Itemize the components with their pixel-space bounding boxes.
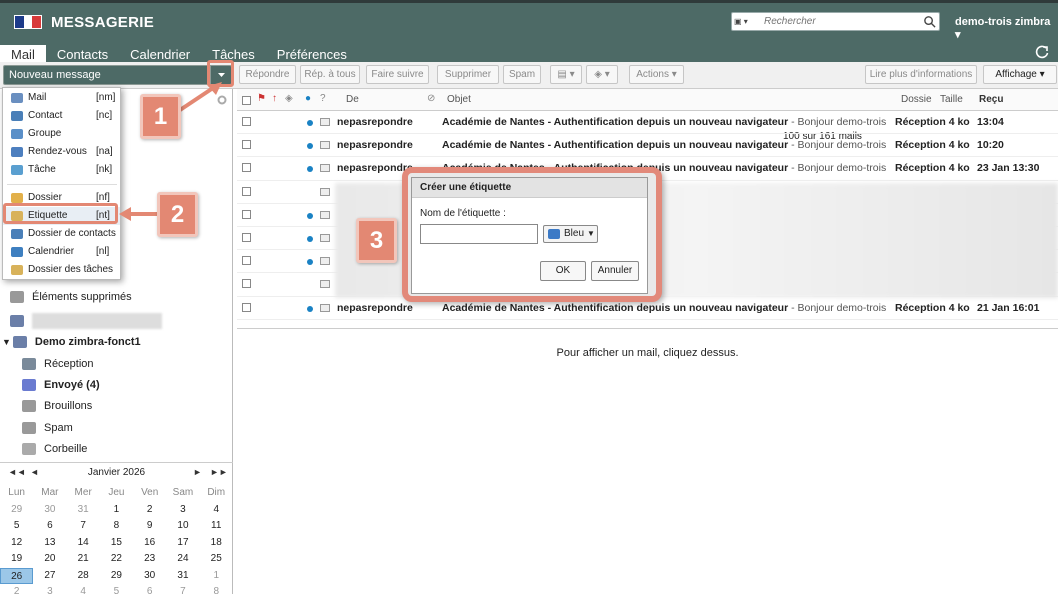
chevron-down-icon: ▼	[587, 229, 595, 238]
callout-2: 2	[157, 192, 198, 237]
tag-color-icon	[548, 229, 560, 239]
tag-color-label: Bleu	[564, 228, 585, 239]
ok-button[interactable]: OK	[540, 261, 586, 281]
dialog-title: Créer une étiquette	[412, 178, 647, 198]
tag-name-input[interactable]	[420, 224, 538, 244]
dialog-highlight-frame: Créer une étiquette Nom de l'étiquette :…	[402, 167, 662, 302]
cancel-button[interactable]: Annuler	[591, 261, 639, 281]
callout-1: 1	[140, 94, 181, 139]
create-tag-dialog: Créer une étiquette Nom de l'étiquette :…	[411, 177, 648, 294]
tag-color-select[interactable]: Bleu ▼	[543, 225, 598, 243]
tag-name-label: Nom de l'étiquette :	[420, 208, 506, 219]
callout-3: 3	[356, 218, 397, 263]
